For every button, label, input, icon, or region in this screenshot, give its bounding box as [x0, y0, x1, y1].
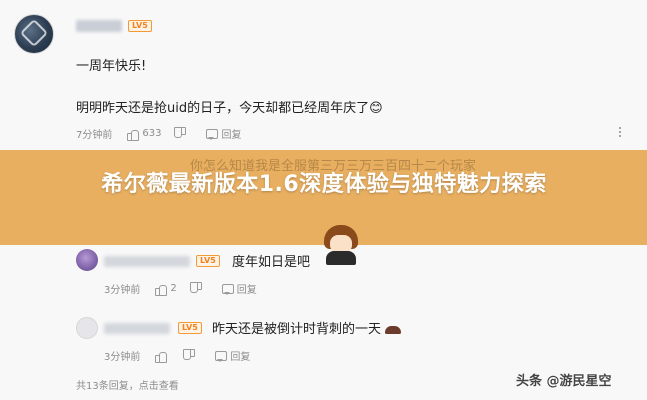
- reply-like-button[interactable]: [154, 350, 170, 363]
- reply-level-badge: LV5: [178, 322, 202, 334]
- thumb-up-icon: [154, 350, 168, 363]
- thumb-up-icon: [154, 283, 168, 296]
- comment-line-1: 一周年快乐!: [76, 59, 147, 74]
- replies-summary-link[interactable]: 共13条回复，点击查看: [76, 377, 179, 392]
- like-count: 633: [142, 128, 162, 139]
- reply-text: 昨天还是被倒计时背刺的一天: [212, 318, 402, 337]
- comment-line-2: 明明昨天还是抢uid的日子，今天却都已经周年庆了😊: [76, 97, 383, 116]
- reply-icon: [221, 283, 234, 295]
- reply-reply-button[interactable]: 回复: [214, 348, 250, 363]
- replies-summary: 共13条回复，点击查看: [76, 381, 179, 392]
- reply-button[interactable]: 回复: [205, 126, 241, 141]
- level-badge: LV5: [128, 20, 152, 32]
- thumb-down-icon: [175, 128, 187, 140]
- reply-level-badge: LV5: [196, 255, 220, 267]
- thumb-down-icon: [191, 283, 203, 295]
- reply-text-content: 昨天还是被倒计时背刺的一天: [212, 322, 382, 337]
- hat-emoji-icon: [385, 325, 402, 334]
- reply-label: 回复: [221, 130, 242, 141]
- comment-meta: 7分钟前 633 回复: [76, 126, 255, 141]
- reply-text: 度年如日是吧: [232, 255, 311, 270]
- avatar-glyph: [19, 18, 49, 48]
- dislike-button[interactable]: [175, 128, 191, 140]
- reply-username-blurred[interactable]: [104, 323, 170, 334]
- thumb-down-icon: [184, 350, 196, 362]
- banner-title: 希尔薇最新版本1.6深度体验与独特魅力探索: [101, 172, 547, 197]
- reply-reply-label: 回复: [236, 285, 257, 296]
- reply-avatar[interactable]: [76, 249, 98, 271]
- reply-time: 3分钟前: [104, 285, 141, 296]
- like-button[interactable]: 633: [126, 128, 162, 141]
- thumb-up-icon: [126, 128, 140, 141]
- more-icon[interactable]: [614, 126, 626, 138]
- smile-emoji-icon: 😊: [369, 101, 383, 116]
- reply-time: 3分钟前: [104, 352, 141, 363]
- reply-dislike-button[interactable]: [191, 283, 207, 295]
- reply-dislike-button[interactable]: [184, 350, 200, 362]
- character-sticker: [320, 225, 362, 265]
- reply-icon: [214, 350, 228, 362]
- reply-username-blurred[interactable]: [104, 256, 190, 267]
- comment-time: 7分钟前: [76, 130, 113, 141]
- comment-line-2-text: 明明昨天还是抢uid的日子，今天却都已经周年庆了: [76, 101, 370, 116]
- watermark: 头条 @游民星空: [516, 374, 612, 389]
- reply-icon: [205, 128, 219, 140]
- reply-reply-label: 回复: [230, 352, 251, 363]
- user-avatar[interactable]: [14, 14, 54, 54]
- reply-like-count: 2: [170, 283, 177, 294]
- reply-like-button[interactable]: 2: [154, 283, 177, 296]
- reply-meta: 3分钟前 回复: [104, 348, 264, 363]
- reply-reply-button[interactable]: 回复: [221, 281, 257, 296]
- username-blurred[interactable]: [76, 20, 122, 32]
- comment-screen: LV5 一周年快乐! 明明昨天还是抢uid的日子，今天却都已经周年庆了😊 7分钟…: [0, 0, 647, 400]
- reply-avatar[interactable]: [76, 317, 98, 339]
- reply-meta: 3分钟前 2 回复: [104, 281, 271, 296]
